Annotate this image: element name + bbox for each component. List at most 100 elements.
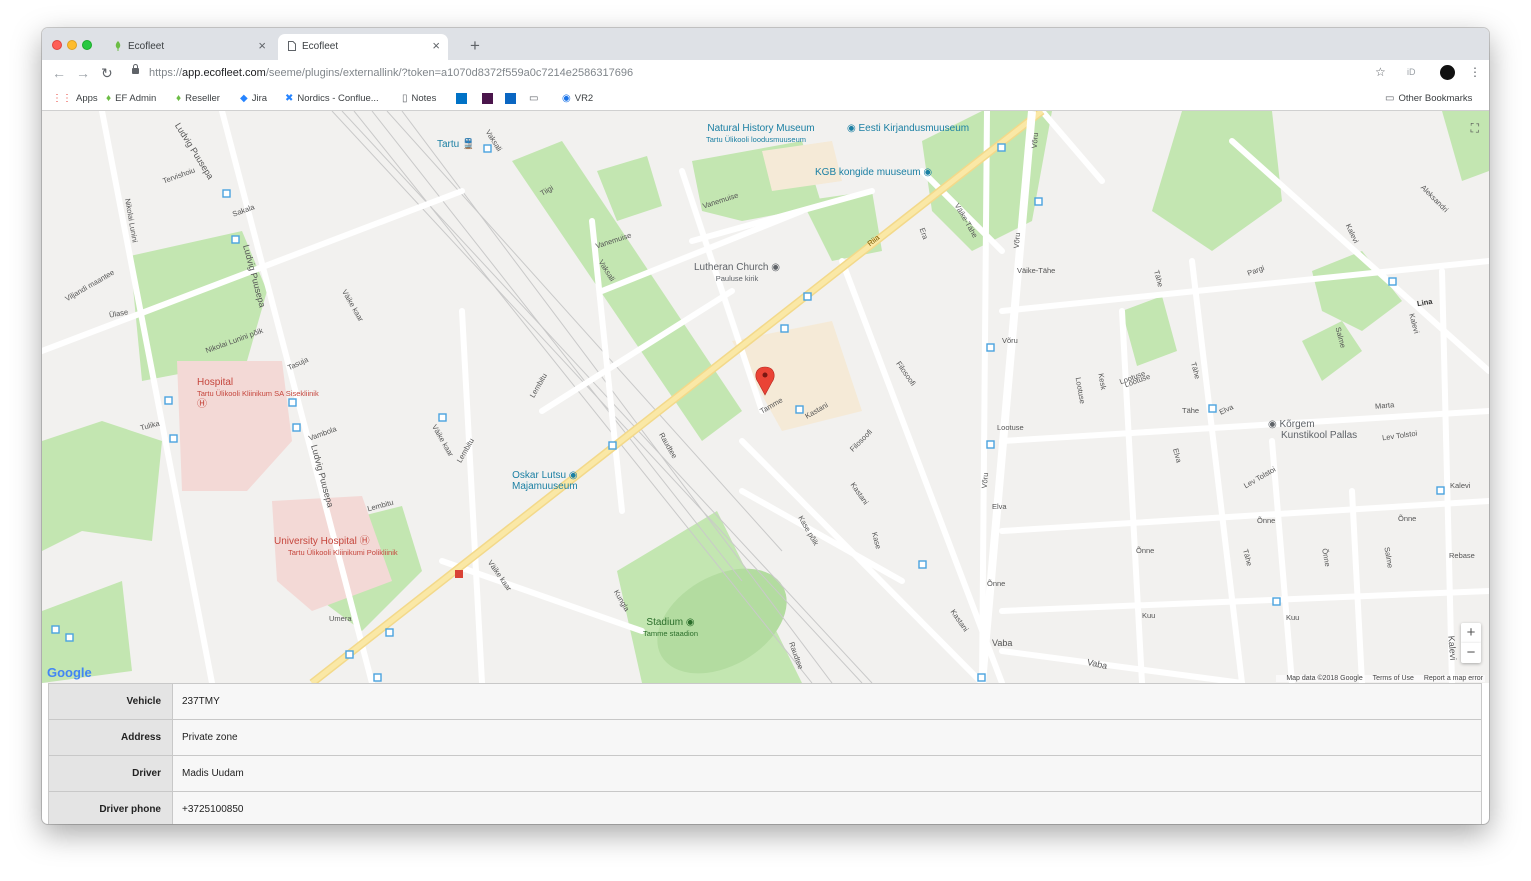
- other-bookmarks[interactable]: ▭ Other Bookmarks: [1385, 93, 1472, 104]
- bookmark-linkedin[interactable]: [505, 93, 516, 107]
- ecofleet-leaf-icon: ♦: [176, 93, 182, 104]
- apps-grid-icon: ⋮⋮: [52, 93, 72, 104]
- bookmark-vr2[interactable]: ◉ VR2: [562, 93, 593, 104]
- street-label: Vaba: [992, 638, 1013, 648]
- stadium-icon: ◉: [685, 617, 695, 628]
- street-label: Õnne: [1136, 546, 1155, 555]
- poi-eesti-kirjandusmuuseum[interactable]: ◉ Eesti Kirjandusmuuseum: [847, 123, 969, 134]
- train-icon: 🚆: [462, 139, 475, 150]
- street-label: Õnne: [987, 579, 1006, 588]
- museum-icon: ◉: [923, 167, 933, 178]
- street-label: Elva: [992, 502, 1007, 511]
- street-label: Võru: [1002, 336, 1018, 345]
- map-attribution: Map data ©2018 Google Terms of Use Repor…: [1276, 675, 1485, 682]
- table-row: Address Private zone: [48, 719, 1482, 756]
- street-label: Võru: [1029, 132, 1041, 149]
- street-label: Tähe: [1182, 406, 1200, 415]
- poi-oskar-lutsu[interactable]: Oskar Lutsu ◉ Majamuuseum: [512, 470, 578, 492]
- zoom-in-button[interactable]: +: [1461, 623, 1481, 643]
- tab-ecofleet-1[interactable]: Ecofleet ×: [104, 34, 274, 60]
- street-label: Kalevi: [1446, 635, 1459, 661]
- street-label: Lootuse: [997, 423, 1024, 432]
- vehicle-label: Vehicle: [48, 683, 173, 720]
- poi-university-hospital[interactable]: University Hospital Ⓗ Tartu Ülikooli Klii…: [274, 536, 418, 558]
- folder-icon: ▭: [529, 93, 539, 104]
- reload-icon[interactable]: ↻: [101, 65, 113, 82]
- tab-ecofleet-2[interactable]: Ecofleet ×: [278, 34, 448, 60]
- zoom-out-button[interactable]: −: [1461, 643, 1481, 663]
- poi-kgb-museum[interactable]: KGB kongide muuseum ◉: [815, 167, 932, 178]
- jira-icon: ◆: [240, 93, 248, 104]
- hospital-icon: Ⓗ: [197, 399, 207, 410]
- street-label: Kuu: [1142, 611, 1156, 620]
- avatar[interactable]: [1440, 65, 1455, 80]
- tab-close-icon[interactable]: ×: [432, 38, 440, 53]
- url-text: https://app.ecofleet.com/seeme/plugins/e…: [149, 67, 634, 79]
- terms-of-use-link[interactable]: Terms of Use: [1373, 675, 1414, 682]
- page-icon: ▯: [402, 93, 408, 104]
- vr2-icon: ◉: [562, 93, 571, 104]
- bookmark-apps[interactable]: ⋮⋮ Apps: [52, 93, 98, 104]
- bookmark-confluence[interactable]: ✖ Nordics - Conflue...: [285, 93, 379, 104]
- hospital-icon: Ⓗ: [359, 536, 370, 547]
- folder-icon: ▭: [1385, 93, 1395, 104]
- ecofleet-leaf-icon: [114, 41, 122, 54]
- address-bar[interactable]: https://app.ecofleet.com/seeme/plugins/e…: [122, 63, 1412, 84]
- report-map-error-link[interactable]: Report a map error: [1424, 675, 1483, 682]
- tab-close-icon[interactable]: ×: [258, 38, 266, 53]
- tab-title: Ecofleet: [128, 41, 165, 52]
- close-window-button[interactable]: [52, 40, 62, 50]
- bookmarks-bar: ⋮⋮ Apps ♦ EF Admin ♦ Reseller ◆ Jira ✖ Nordic…: [42, 87, 1489, 111]
- new-tab-button[interactable]: +: [470, 36, 480, 56]
- driver-label: Driver: [48, 755, 173, 792]
- poi-lutheran-church[interactable]: Lutheran Church ◉ Pauluse kirik: [694, 262, 780, 284]
- page-icon: [288, 41, 296, 54]
- google-logo: Google: [47, 665, 92, 680]
- street-label: Kalevi: [1450, 481, 1471, 490]
- table-row: Driver Madis Uudam: [48, 755, 1482, 792]
- museum-icon: ◉: [568, 470, 578, 481]
- address-value: Private zone: [172, 719, 1482, 756]
- street-label: Umera: [329, 614, 352, 623]
- vehicle-value: 237TMY: [172, 683, 1482, 720]
- more-menu-icon[interactable]: ⋮: [1469, 65, 1481, 79]
- bookmark-reseller[interactable]: ♦ Reseller: [176, 93, 220, 104]
- poi-korgem-kunstikool[interactable]: ◉ Kõrgem Kunstikool Pallas: [1268, 419, 1357, 441]
- museum-icon: ◉: [847, 123, 856, 134]
- poi-hospital[interactable]: Hospital Tartu Ülikooli Kliinikum SA Sise…: [197, 377, 319, 410]
- lock-icon: [132, 64, 139, 74]
- forward-arrow-icon[interactable]: →: [76, 65, 90, 81]
- table-row: Driver phone +3725100850: [48, 791, 1482, 824]
- street-label: Väike-Tähe: [1017, 266, 1056, 275]
- street-label: Õnne: [1257, 516, 1276, 525]
- map-view[interactable]: Tartu 🚆 Natural History Museum Tartu Ülik…: [42, 111, 1489, 683]
- bookmark-star-icon[interactable]: ☆: [1375, 65, 1386, 79]
- browser-toolbar: ← → ↻ https://app.ecofleet.com/seeme/plu…: [42, 60, 1489, 87]
- tab-strip: Ecofleet × Ecofleet × +: [42, 28, 1489, 60]
- street-label: Võru: [979, 472, 991, 489]
- bookmark-folder[interactable]: ▭: [529, 93, 542, 104]
- address-label: Address: [48, 719, 173, 756]
- fullscreen-icon[interactable]: ⛶: [1471, 121, 1479, 136]
- outlook-icon: [456, 93, 467, 104]
- extension-id-icon[interactable]: iD: [1407, 67, 1416, 77]
- poi-stadium[interactable]: Stadium ◉ Tamme staadion: [643, 617, 698, 639]
- driver-phone-label: Driver phone: [48, 791, 173, 824]
- bookmark-slack[interactable]: [482, 93, 493, 107]
- bookmark-notes[interactable]: ▯ Notes: [402, 93, 436, 104]
- tab-title: Ecofleet: [302, 41, 339, 52]
- poi-natural-history-museum[interactable]: Natural History Museum Tartu Ülikooli loo…: [706, 123, 816, 145]
- bookmark-ef-admin[interactable]: ♦ EF Admin: [106, 93, 156, 104]
- bookmark-jira[interactable]: ◆ Jira: [240, 93, 267, 104]
- minimize-window-button[interactable]: [67, 40, 77, 50]
- confluence-icon: ✖: [285, 93, 294, 104]
- maximize-window-button[interactable]: [82, 40, 92, 50]
- street-label: Võru: [1011, 232, 1023, 249]
- bookmark-outlook[interactable]: [456, 93, 467, 107]
- poi-tartu-station[interactable]: Tartu 🚆: [437, 139, 474, 150]
- browser-window: Ecofleet × Ecofleet × + ← → ↻ https://ap…: [42, 28, 1489, 824]
- street-label: Marta: [1374, 400, 1395, 411]
- linkedin-icon: [505, 93, 516, 104]
- back-arrow-icon[interactable]: ←: [52, 65, 66, 81]
- driver-phone-value: +3725100850: [172, 791, 1482, 824]
